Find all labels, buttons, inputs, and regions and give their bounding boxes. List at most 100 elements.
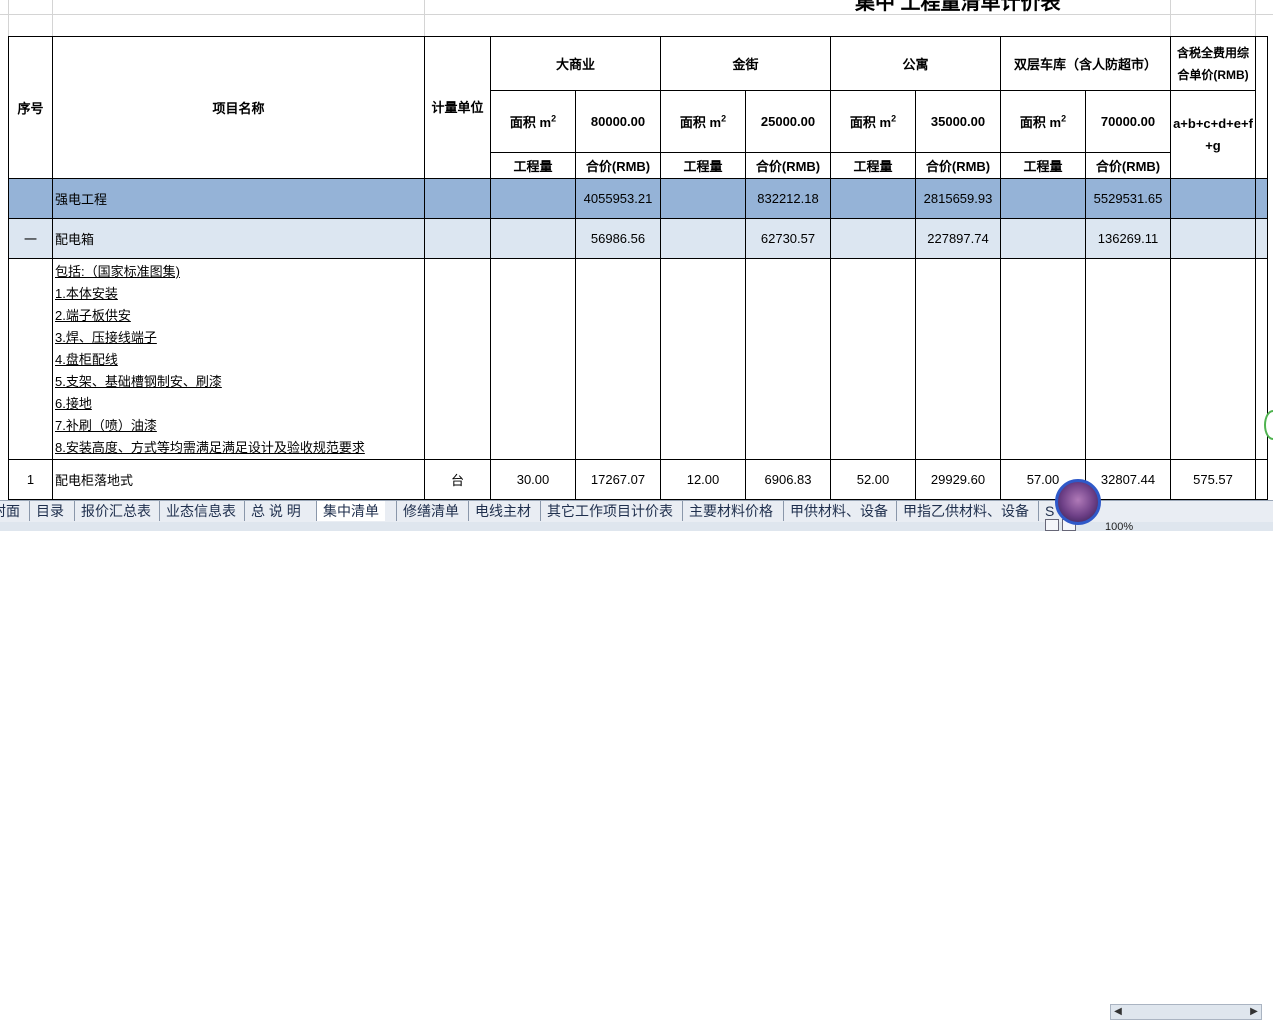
- cell[interactable]: [830, 218, 916, 259]
- formula-cell[interactable]: a+b+c+d+e+f+g: [1170, 90, 1256, 179]
- area-label-cell[interactable]: 面积 m2: [1000, 90, 1086, 153]
- spreadsheet-area[interactable]: 集中 工程量清单计价表 序号 项目名称 计量单位 大商业 金街 公寓 双层车库（…: [0, 0, 1273, 500]
- area-sup: 2: [1061, 113, 1067, 124]
- cell[interactable]: [915, 258, 1001, 460]
- area-value-street[interactable]: 25000.00: [745, 90, 831, 153]
- scroll-right-icon[interactable]: ▶: [1247, 1005, 1261, 1019]
- area-value-garage[interactable]: 70000.00: [1085, 90, 1171, 153]
- cell[interactable]: [745, 258, 831, 460]
- tab-centralized-list[interactable]: 集中清单: [316, 501, 385, 521]
- cell[interactable]: [424, 178, 491, 219]
- area-label-cell[interactable]: 面积 m2: [830, 90, 916, 153]
- item-qty-commercial[interactable]: 30.00: [490, 459, 576, 500]
- row-box-seq[interactable]: 一: [8, 218, 53, 259]
- tab-cover[interactable]: 封面: [0, 501, 26, 521]
- area-label-cell[interactable]: 面积 m2: [490, 90, 576, 153]
- item-price-street[interactable]: 6906.83: [745, 459, 831, 500]
- area-label-cell[interactable]: 面积 m2: [660, 90, 746, 153]
- item-qty-apartment[interactable]: 52.00: [830, 459, 916, 500]
- item-unit-price[interactable]: 575.57: [1170, 459, 1256, 500]
- header-price[interactable]: 合价(RMB): [1085, 152, 1171, 179]
- cell[interactable]: [1170, 218, 1256, 259]
- cell[interactable]: [1170, 178, 1256, 219]
- horizontal-scrollbar[interactable]: ◀ ▶: [1110, 1004, 1262, 1020]
- area-sup: 2: [891, 113, 897, 124]
- tab-business-info[interactable]: 业态信息表: [159, 501, 242, 521]
- description-cell[interactable]: 包括:（国家标准图集) 1.本体安装 2.端子板供安 3.焊、压接线端子 4.盘…: [52, 258, 425, 460]
- cell[interactable]: [8, 258, 53, 460]
- header-price[interactable]: 合价(RMB): [745, 152, 831, 179]
- cell[interactable]: [424, 258, 491, 460]
- group-header-apartment[interactable]: 公寓: [830, 36, 1001, 91]
- gridline: [0, 14, 1273, 15]
- tab-other-works[interactable]: 其它工作项目计价表: [540, 501, 679, 521]
- cell[interactable]: [1255, 459, 1268, 500]
- area-sup: 2: [721, 113, 727, 124]
- zoom-level[interactable]: 100%: [1105, 521, 1133, 533]
- row-strong-total-street[interactable]: 832212.18: [745, 178, 831, 219]
- header-unit-price[interactable]: 含税全费用综合单价(RMB): [1170, 36, 1256, 91]
- cell[interactable]: [1000, 178, 1086, 219]
- tab-material-prices[interactable]: 主要材料价格: [682, 501, 779, 521]
- cell[interactable]: [660, 258, 746, 460]
- cell[interactable]: [660, 218, 746, 259]
- row-strong-total-commercial[interactable]: 4055953.21: [575, 178, 661, 219]
- area-value-apartment[interactable]: 35000.00: [915, 90, 1001, 153]
- cell[interactable]: [830, 258, 916, 460]
- group-header-street[interactable]: 金街: [660, 36, 831, 91]
- header-seq[interactable]: 序号: [8, 36, 53, 179]
- description-line: 4.盘柜配线: [55, 352, 118, 367]
- cell[interactable]: [660, 178, 746, 219]
- row-strong-name[interactable]: 强电工程: [52, 178, 425, 219]
- row-box-total-street[interactable]: 62730.57: [745, 218, 831, 259]
- cell[interactable]: [1085, 258, 1171, 460]
- row-box-total-commercial[interactable]: 56986.56: [575, 218, 661, 259]
- cell[interactable]: [490, 178, 576, 219]
- tab-quote-summary[interactable]: 报价汇总表: [74, 501, 157, 521]
- tab-wire-materials[interactable]: 电线主材: [468, 501, 537, 521]
- row-box-total-apartment[interactable]: 227897.74: [915, 218, 1001, 259]
- tab-repair-list[interactable]: 修缮清单: [396, 501, 465, 521]
- cell[interactable]: [424, 218, 491, 259]
- row-strong-total-garage[interactable]: 5529531.65: [1085, 178, 1171, 219]
- tab-owner-designated[interactable]: 甲指乙供材料、设备: [896, 501, 1035, 521]
- item-price-apartment[interactable]: 29929.60: [915, 459, 1001, 500]
- avatar[interactable]: [1055, 479, 1101, 525]
- cell[interactable]: [575, 258, 661, 460]
- row-box-name[interactable]: 配电箱: [52, 218, 425, 259]
- normal-view-icon[interactable]: [1045, 519, 1059, 531]
- cell[interactable]: [8, 178, 53, 219]
- item-price-commercial[interactable]: 17267.07: [575, 459, 661, 500]
- item-unit[interactable]: 台: [424, 459, 491, 500]
- header-qty[interactable]: 工程量: [490, 152, 576, 179]
- cell[interactable]: [1000, 258, 1086, 460]
- cell[interactable]: [490, 258, 576, 460]
- header-unit[interactable]: 计量单位: [424, 36, 491, 179]
- header-qty[interactable]: 工程量: [830, 152, 916, 179]
- header-qty[interactable]: 工程量: [1000, 152, 1086, 179]
- header-name[interactable]: 项目名称: [52, 36, 425, 179]
- row-box-total-garage[interactable]: 136269.11: [1085, 218, 1171, 259]
- header-price[interactable]: 合价(RMB): [575, 152, 661, 179]
- area-value-commercial[interactable]: 80000.00: [575, 90, 661, 153]
- group-header-commercial[interactable]: 大商业: [490, 36, 661, 91]
- cell[interactable]: [1170, 258, 1256, 460]
- tab-owner-supplied[interactable]: 甲供材料、设备: [783, 501, 894, 521]
- item-seq[interactable]: 1: [8, 459, 53, 500]
- group-header-garage[interactable]: 双层车库（含人防超市）: [1000, 36, 1171, 91]
- cell[interactable]: [1255, 36, 1268, 179]
- tab-general-notes[interactable]: 总 说 明: [244, 501, 307, 521]
- row-strong-total-apartment[interactable]: 2815659.93: [915, 178, 1001, 219]
- item-qty-street[interactable]: 12.00: [660, 459, 746, 500]
- scroll-left-icon[interactable]: ◀: [1111, 1005, 1125, 1019]
- cell[interactable]: [830, 178, 916, 219]
- header-price[interactable]: 合价(RMB): [915, 152, 1001, 179]
- tab-toc[interactable]: 目录: [29, 501, 70, 521]
- cell[interactable]: [1000, 218, 1086, 259]
- cell[interactable]: [1255, 178, 1268, 219]
- cell[interactable]: [1255, 218, 1268, 259]
- cell[interactable]: [490, 218, 576, 259]
- item-name[interactable]: 配电柜落地式: [52, 459, 425, 500]
- area-label: 面积 m: [509, 115, 552, 130]
- header-qty[interactable]: 工程量: [660, 152, 746, 179]
